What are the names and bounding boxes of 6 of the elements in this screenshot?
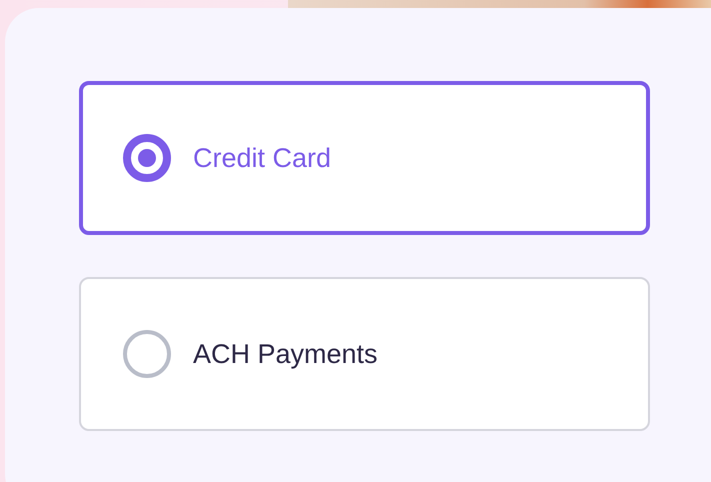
radio-button[interactable] [123,134,171,182]
option-label: Credit Card [193,142,332,174]
payment-option[interactable]: Credit Card [79,81,650,235]
payment-option[interactable]: ACH Payments [79,277,650,431]
radio-button[interactable] [123,330,171,378]
option-label: ACH Payments [193,338,378,370]
